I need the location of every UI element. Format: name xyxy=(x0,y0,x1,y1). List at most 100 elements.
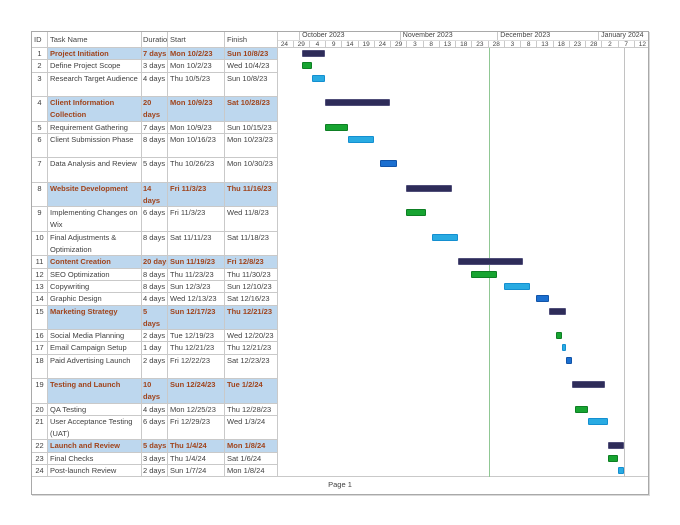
task-id-cell[interactable]: 18 xyxy=(32,354,48,380)
task-id-cell[interactable]: 2 xyxy=(32,60,48,73)
task-start-cell[interactable]: Mon 12/25/23 xyxy=(168,403,225,416)
task-row[interactable]: 15 Marketing Strategy 5 days Sun 12/17/23 Th… xyxy=(32,305,648,331)
task-start-cell[interactable]: Mon 10/9/23 xyxy=(168,97,225,122)
task-row[interactable]: 11 Content Creation 20 days Sun 11/19/23 Fri… xyxy=(32,256,648,269)
gantt-bar-summary[interactable] xyxy=(406,184,452,192)
task-id-cell[interactable]: 13 xyxy=(32,280,48,294)
task-id-cell[interactable]: 23 xyxy=(32,452,48,466)
task-duration-cell[interactable]: 4 days xyxy=(142,293,168,306)
task-name-cell[interactable]: User Acceptance Testing (UAT) xyxy=(48,415,142,441)
gantt-bar-task[interactable] xyxy=(432,233,459,241)
gantt-bar-task[interactable] xyxy=(380,160,397,168)
task-name-cell[interactable]: Copywriting xyxy=(48,280,142,294)
task-finish-cell[interactable]: Wed 1/3/24 xyxy=(225,415,278,441)
gantt-bar-task[interactable] xyxy=(302,62,313,70)
task-row[interactable]: 4 Client Information Collection 20 days Mon… xyxy=(32,97,648,122)
task-name-cell[interactable]: Testing and Launch xyxy=(48,379,142,404)
task-duration-cell[interactable]: 8 days xyxy=(142,133,168,159)
task-name-cell[interactable]: Launch and Review xyxy=(48,440,142,453)
task-name-cell[interactable]: Requirement Gathering xyxy=(48,121,142,134)
task-row[interactable]: 19 Testing and Launch 10 days Sun 12/24/23 T… xyxy=(32,379,648,404)
task-finish-cell[interactable]: Sat 10/28/23 xyxy=(225,97,278,122)
task-row[interactable]: 13 Copywriting 8 days Sun 12/3/23 Sun 12/10/… xyxy=(32,280,648,294)
gantt-bar-summary[interactable] xyxy=(607,442,625,450)
task-row[interactable]: 2 Define Project Scope 3 days Mon 10/2/23 We… xyxy=(32,60,648,73)
task-id-cell[interactable]: 5 xyxy=(32,121,48,134)
task-finish-cell[interactable]: Wed 11/8/23 xyxy=(225,207,278,232)
task-finish-cell[interactable]: Mon 1/8/24 xyxy=(225,440,278,453)
task-row[interactable]: 16 Social Media Planning 2 days Tue 12/19/2… xyxy=(32,330,648,343)
gantt-bar-task[interactable] xyxy=(406,209,426,217)
task-name-cell[interactable]: Define Project Scope xyxy=(48,60,142,73)
task-finish-cell[interactable]: Wed 10/4/23 xyxy=(225,60,278,73)
task-duration-cell[interactable]: 5 days xyxy=(142,305,168,331)
task-start-cell[interactable]: Fri 12/22/23 xyxy=(168,354,225,380)
gantt-bar-task[interactable] xyxy=(555,332,563,340)
task-duration-cell[interactable]: 6 days xyxy=(142,207,168,232)
task-name-cell[interactable]: Email Campaign Setup xyxy=(48,342,142,355)
task-start-cell[interactable]: Fri 12/29/23 xyxy=(168,415,225,441)
task-name-cell[interactable]: Client Information Collection xyxy=(48,97,142,122)
gantt-bar-summary[interactable] xyxy=(325,99,390,107)
task-start-cell[interactable]: Thu 1/4/24 xyxy=(168,440,225,453)
task-name-cell[interactable]: QA Testing xyxy=(48,403,142,416)
task-name-cell[interactable]: Content Creation xyxy=(48,256,142,269)
task-start-cell[interactable]: Sat 11/11/23 xyxy=(168,231,225,257)
task-name-cell[interactable]: Client Submission Phase xyxy=(48,133,142,159)
task-row[interactable]: 6 Client Submission Phase 8 days Mon 10/16/… xyxy=(32,133,648,159)
gantt-bar-task[interactable] xyxy=(565,356,573,364)
task-finish-cell[interactable]: Sun 10/8/23 xyxy=(225,48,278,61)
task-name-cell[interactable]: SEO Optimization xyxy=(48,268,142,281)
task-id-cell[interactable]: 20 xyxy=(32,403,48,416)
gantt-bar-task[interactable] xyxy=(617,467,625,475)
task-finish-cell[interactable]: Sun 10/15/23 xyxy=(225,121,278,134)
task-id-cell[interactable]: 17 xyxy=(32,342,48,355)
task-name-cell[interactable]: Website Development xyxy=(48,182,142,208)
task-row[interactable]: 5 Requirement Gathering 7 days Mon 10/9/23 S… xyxy=(32,121,648,134)
task-start-cell[interactable]: Mon 10/9/23 xyxy=(168,121,225,134)
task-row[interactable]: 1 Project Initiation 7 days Mon 10/2/23 Sun … xyxy=(32,48,648,61)
task-duration-cell[interactable]: 10 days xyxy=(142,379,168,404)
task-finish-cell[interactable]: Sun 12/10/23 xyxy=(225,280,278,294)
task-row[interactable]: 8 Website Development 14 days Fri 11/3/23 Th… xyxy=(32,182,648,208)
task-id-cell[interactable]: 7 xyxy=(32,158,48,183)
task-finish-cell[interactable]: Fri 12/8/23 xyxy=(225,256,278,269)
task-row[interactable]: 7 Data Analysis and Review 5 days Thu 10/26… xyxy=(32,158,648,183)
task-start-cell[interactable]: Thu 1/4/24 xyxy=(168,452,225,466)
task-id-cell[interactable]: 11 xyxy=(32,256,48,269)
task-finish-cell[interactable]: Thu 12/21/23 xyxy=(225,342,278,355)
gantt-bar-task[interactable] xyxy=(325,123,348,131)
task-row[interactable]: 18 Paid Advertising Launch 2 days Fri 12/22… xyxy=(32,354,648,380)
task-id-cell[interactable]: 12 xyxy=(32,268,48,281)
task-finish-cell[interactable]: Thu 11/16/23 xyxy=(225,182,278,208)
task-finish-cell[interactable]: Thu 11/30/23 xyxy=(225,268,278,281)
task-finish-cell[interactable]: Sat 12/16/23 xyxy=(225,293,278,306)
task-id-cell[interactable]: 21 xyxy=(32,415,48,441)
task-name-cell[interactable]: Marketing Strategy xyxy=(48,305,142,331)
task-finish-cell[interactable]: Mon 10/30/23 xyxy=(225,158,278,183)
task-name-cell[interactable]: Social Media Planning xyxy=(48,330,142,343)
task-id-cell[interactable]: 3 xyxy=(32,72,48,98)
gantt-bar-task[interactable] xyxy=(575,405,589,413)
task-row[interactable]: 17 Email Campaign Setup 1 day Thu 12/21/23 T… xyxy=(32,342,648,355)
task-finish-cell[interactable]: Mon 10/23/23 xyxy=(225,133,278,159)
task-duration-cell[interactable]: 2 days xyxy=(142,354,168,380)
task-name-cell[interactable]: Implementing Changes on Wix xyxy=(48,207,142,232)
task-id-cell[interactable]: 1 xyxy=(32,48,48,61)
task-name-cell[interactable]: Research Target Audience xyxy=(48,72,142,98)
task-duration-cell[interactable]: 14 days xyxy=(142,182,168,208)
gantt-bar-task[interactable] xyxy=(503,282,530,290)
task-finish-cell[interactable]: Wed 12/20/23 xyxy=(225,330,278,343)
task-start-cell[interactable]: Thu 12/21/23 xyxy=(168,342,225,355)
task-start-cell[interactable]: Sun 12/17/23 xyxy=(168,305,225,331)
gantt-bar-task[interactable] xyxy=(607,454,618,462)
task-duration-cell[interactable]: 5 days xyxy=(142,440,168,453)
task-start-cell[interactable]: Thu 10/5/23 xyxy=(168,72,225,98)
gantt-bar-task[interactable] xyxy=(471,270,498,278)
task-id-cell[interactable]: 15 xyxy=(32,305,48,331)
task-finish-cell[interactable]: Sun 10/8/23 xyxy=(225,72,278,98)
task-finish-cell[interactable]: Thu 12/28/23 xyxy=(225,403,278,416)
gantt-bar-task[interactable] xyxy=(312,74,325,82)
task-start-cell[interactable]: Thu 10/26/23 xyxy=(168,158,225,183)
task-start-cell[interactable]: Thu 11/23/23 xyxy=(168,268,225,281)
